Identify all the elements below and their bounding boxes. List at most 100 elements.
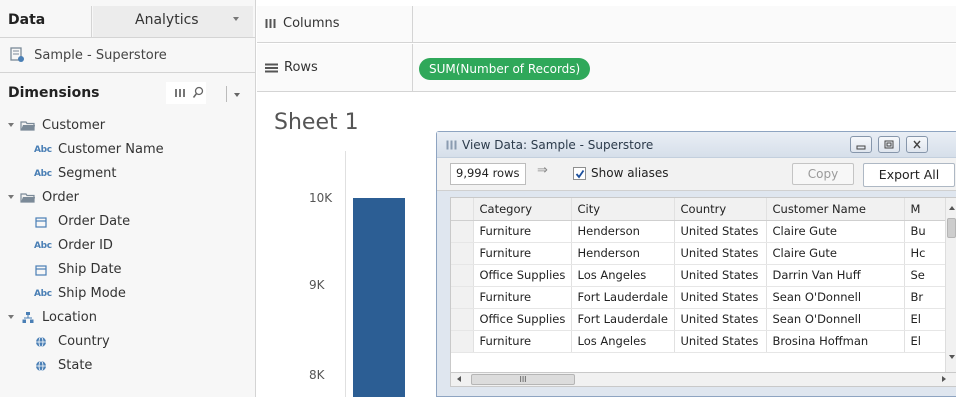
folder-icon bbox=[20, 193, 35, 203]
column-header[interactable]: Customer Name bbox=[766, 198, 905, 221]
view-toggle-icon[interactable] bbox=[174, 87, 188, 99]
globe-icon bbox=[36, 360, 46, 372]
export-all-button[interactable]: Export All bbox=[863, 163, 955, 187]
row-header[interactable] bbox=[451, 308, 474, 331]
arrow-right-icon[interactable]: ⇒ bbox=[537, 163, 548, 178]
table-cell: Br bbox=[904, 286, 947, 309]
dimensions-title: Dimensions bbox=[8, 85, 100, 101]
table-cell: Henderson bbox=[571, 220, 675, 243]
column-header[interactable]: Country bbox=[674, 198, 767, 221]
columns-icon bbox=[265, 19, 276, 28]
row-header[interactable] bbox=[451, 286, 474, 309]
tree-item-label: Customer Name bbox=[58, 142, 164, 157]
table-cell: Furniture bbox=[473, 330, 572, 353]
string-type-icon: Abc bbox=[34, 289, 52, 299]
string-type-icon: Abc bbox=[34, 241, 52, 251]
tree-item-label: Order ID bbox=[58, 238, 113, 253]
dimensions-menu-icon[interactable] bbox=[234, 93, 240, 97]
datasource-name: Sample - Superstore bbox=[34, 48, 167, 63]
table-row[interactable]: Office Supplies Los Angeles United State… bbox=[451, 264, 947, 287]
scroll-down-arrow-icon[interactable] bbox=[949, 355, 955, 359]
column-header[interactable]: Category bbox=[473, 198, 572, 221]
scroll-left-arrow-icon[interactable] bbox=[457, 376, 461, 382]
row-header-corner bbox=[451, 198, 474, 221]
row-header[interactable] bbox=[451, 330, 474, 353]
pane-menu-icon[interactable] bbox=[233, 17, 239, 21]
chevron-down-icon[interactable] bbox=[8, 195, 14, 199]
window-title: View Data: Sample - Superstore bbox=[462, 138, 654, 152]
chevron-down-icon[interactable] bbox=[8, 123, 14, 127]
rows-icon bbox=[265, 63, 278, 72]
columns-shelf-header: Columns bbox=[257, 6, 413, 42]
table-row[interactable]: Office Supplies Fort Lauderdale United S… bbox=[451, 308, 947, 331]
view-data-toolbar: 9,994 rows ⇒ Show aliases Copy Export Al… bbox=[437, 158, 956, 191]
dimensions-tools bbox=[166, 82, 206, 104]
tree-item-label: Location bbox=[42, 310, 97, 325]
maximize-button[interactable] bbox=[878, 136, 900, 153]
scroll-up-arrow-icon[interactable] bbox=[949, 206, 955, 210]
table-cell: Se bbox=[904, 264, 947, 287]
row-header[interactable] bbox=[451, 264, 474, 287]
minimize-button[interactable] bbox=[850, 136, 872, 153]
tree-item-label: Segment bbox=[58, 166, 117, 181]
vertical-scrollbar[interactable] bbox=[945, 198, 956, 372]
vertical-scroll-thumb[interactable] bbox=[947, 218, 956, 238]
view-data-window: View Data: Sample - Superstore 9,994 row… bbox=[436, 131, 956, 397]
window-titlebar[interactable]: View Data: Sample - Superstore bbox=[437, 132, 956, 158]
horizontal-scrollbar[interactable]: III bbox=[450, 373, 956, 387]
tab-analytics[interactable]: Analytics bbox=[93, 6, 253, 37]
table-cell: Los Angeles bbox=[571, 264, 675, 287]
data-pane: Data Analytics Sample - Superstore Dimen… bbox=[0, 0, 256, 397]
tab-data[interactable]: Data bbox=[0, 6, 92, 37]
table-header-row: Category City Country Customer Name M bbox=[451, 198, 947, 221]
table-cell: Fort Lauderdale bbox=[571, 308, 675, 331]
copy-button[interactable]: Copy bbox=[792, 163, 854, 185]
row-header[interactable] bbox=[451, 220, 474, 243]
close-button[interactable] bbox=[906, 136, 928, 153]
tree-item-label: Ship Mode bbox=[58, 286, 126, 301]
table-cell: Furniture bbox=[473, 242, 572, 265]
view-data-icon bbox=[446, 140, 457, 150]
sheet-title: Sheet 1 bbox=[274, 110, 359, 135]
table-cell: Fort Lauderdale bbox=[571, 286, 675, 309]
measure-pill[interactable]: SUM(Number of Records) bbox=[419, 58, 591, 80]
table-cell: Office Supplies bbox=[473, 264, 572, 287]
table-cell: El bbox=[904, 330, 947, 353]
table-cell: United States bbox=[674, 264, 767, 287]
datasource-icon bbox=[10, 47, 24, 62]
table-row[interactable]: Furniture Henderson United States Claire… bbox=[451, 220, 947, 243]
column-header[interactable]: City bbox=[571, 198, 675, 221]
columns-shelf[interactable]: Columns bbox=[257, 6, 956, 43]
tree-item-label: Country bbox=[58, 334, 110, 349]
search-icon[interactable] bbox=[192, 86, 204, 100]
calendar-icon bbox=[35, 217, 47, 228]
y-tick-label: 8K bbox=[309, 368, 325, 382]
column-header[interactable]: M bbox=[904, 198, 947, 221]
tree-item-label: Customer bbox=[42, 118, 106, 133]
bar-mark[interactable] bbox=[353, 197, 405, 397]
columns-shelf-label: Columns bbox=[283, 16, 340, 31]
y-tick-label: 9K bbox=[309, 278, 325, 292]
show-aliases-checkbox[interactable] bbox=[573, 167, 586, 180]
horizontal-scroll-thumb[interactable]: III bbox=[471, 374, 575, 385]
tableau-workspace: Data Analytics Sample - Superstore Dimen… bbox=[0, 0, 956, 397]
table-cell: Sean O'Donnell bbox=[766, 308, 905, 331]
row-header[interactable] bbox=[451, 242, 474, 265]
table-cell: United States bbox=[674, 286, 767, 309]
table-row[interactable]: Furniture Los Angeles United States Bros… bbox=[451, 330, 947, 353]
calendar-icon bbox=[35, 265, 47, 276]
table-cell: Furniture bbox=[473, 220, 572, 243]
table-row[interactable]: Furniture Fort Lauderdale United States … bbox=[451, 286, 947, 309]
row-count-field[interactable]: 9,994 rows bbox=[450, 163, 526, 185]
rows-shelf[interactable]: Rows SUM(Number of Records) bbox=[257, 44, 956, 92]
string-type-icon: Abc bbox=[34, 169, 52, 179]
dimensions-header: Dimensions bbox=[0, 74, 255, 110]
chevron-down-icon[interactable] bbox=[8, 315, 14, 319]
scroll-right-arrow-icon[interactable] bbox=[942, 376, 946, 382]
rows-shelf-label: Rows bbox=[284, 60, 318, 75]
tree-item-label: Order bbox=[42, 190, 79, 205]
table-row[interactable]: Furniture Henderson United States Claire… bbox=[451, 242, 947, 265]
datasource-item[interactable]: Sample - Superstore bbox=[0, 39, 255, 73]
table-cell: United States bbox=[674, 330, 767, 353]
show-aliases-toggle[interactable]: Show aliases bbox=[573, 164, 773, 184]
